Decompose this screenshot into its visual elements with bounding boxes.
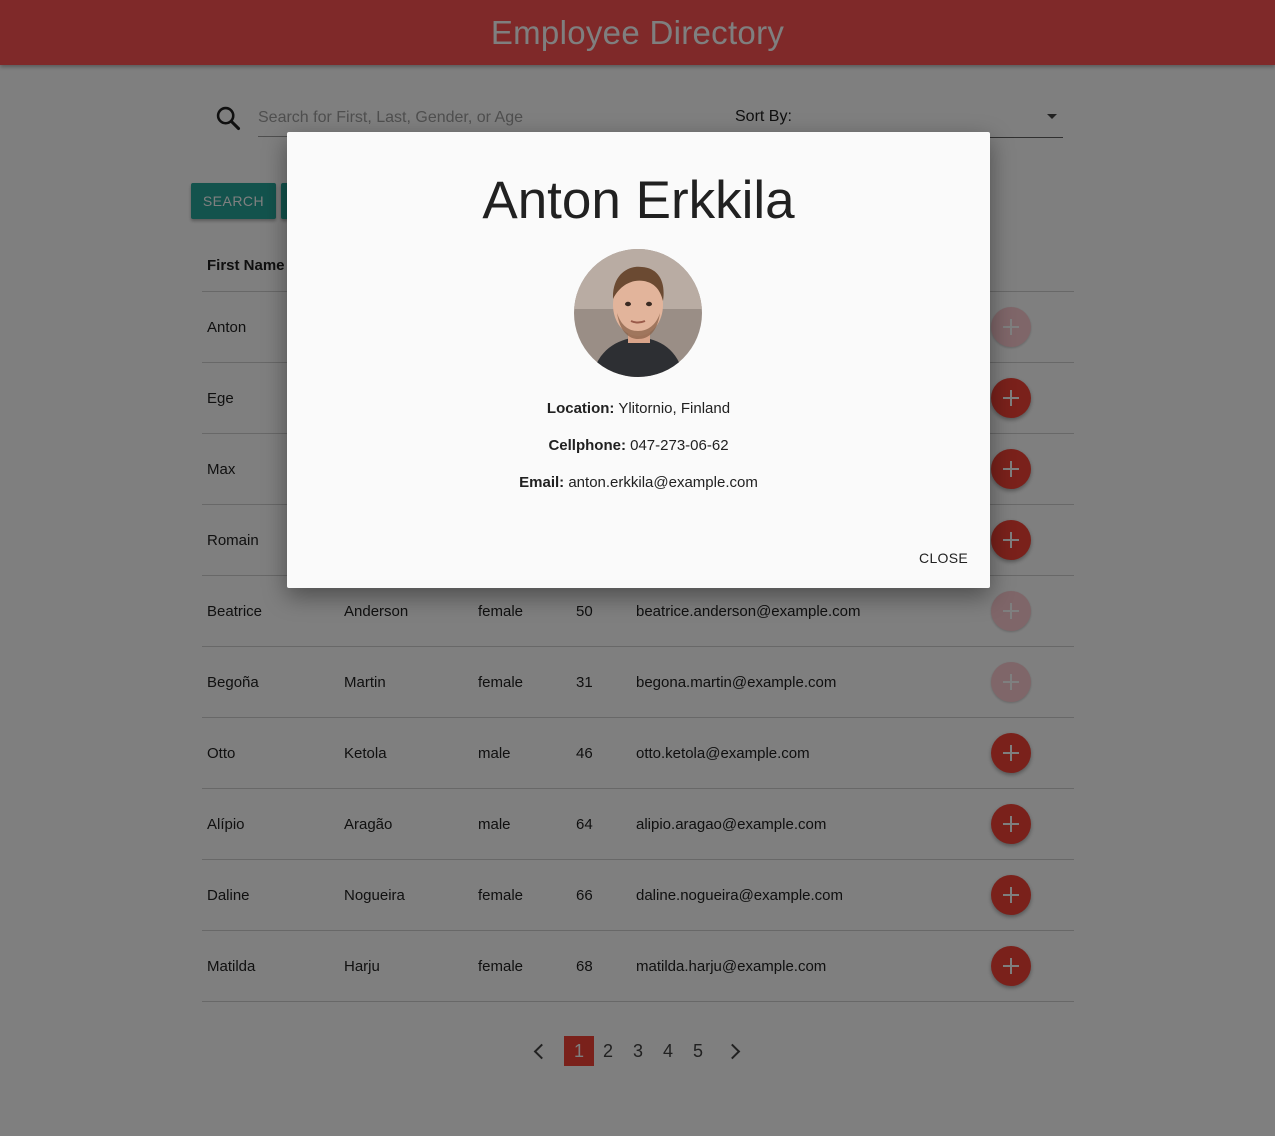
email-label: Email: — [519, 474, 565, 491]
location-value: Ylitornio, Finland — [618, 400, 731, 417]
cellphone-label: Cellphone: — [548, 437, 626, 454]
employee-cellphone: Cellphone: 047-273-06-62 — [287, 437, 990, 454]
employee-name: Anton Erkkila — [482, 171, 795, 230]
employee-location: Location: Ylitornio, Finland — [287, 400, 990, 417]
close-button[interactable]: CLOSE — [919, 550, 968, 566]
email-value: anton.erkkila@example.com — [568, 474, 758, 491]
employee-detail-modal: Anton Erkkila Location: Ylitornio, Finla… — [287, 132, 990, 588]
cellphone-value: 047-273-06-62 — [630, 437, 729, 454]
employee-email: Email: anton.erkkila@example.com — [287, 474, 990, 491]
location-label: Location: — [546, 400, 615, 417]
employee-avatar — [574, 249, 702, 377]
